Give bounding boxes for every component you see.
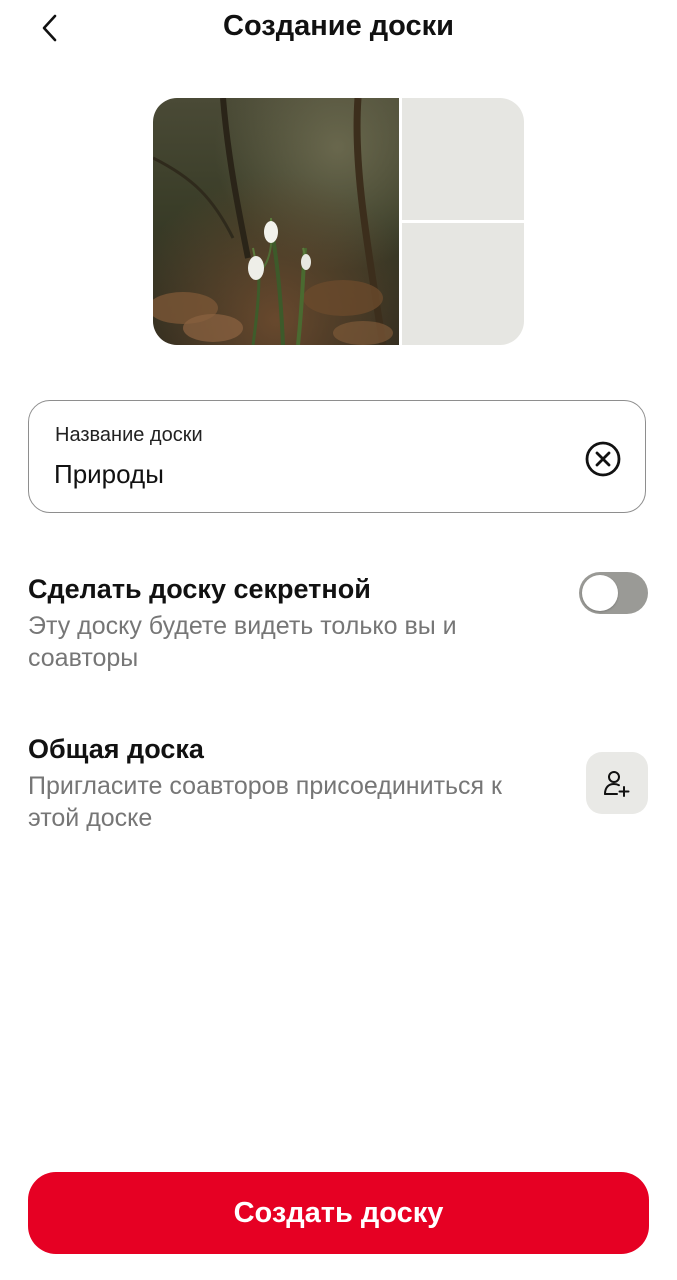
toggle-knob xyxy=(582,575,618,611)
cover-placeholder-top xyxy=(402,98,524,220)
clear-button[interactable] xyxy=(583,439,623,479)
shared-title: Общая доска xyxy=(28,734,204,764)
secret-toggle[interactable] xyxy=(579,572,648,614)
cover-placeholders xyxy=(402,98,524,345)
page-title: Создание доски xyxy=(223,10,454,42)
board-cover[interactable] xyxy=(153,98,524,345)
secret-title: Сделать доску секретной xyxy=(28,574,371,604)
cover-image xyxy=(153,98,399,345)
header: Создание доски xyxy=(0,0,677,56)
board-name-input[interactable] xyxy=(54,459,574,490)
cover-placeholder-bottom xyxy=(402,223,524,345)
add-person-icon xyxy=(604,771,630,797)
secret-setting: Сделать доску секретной Эту доску будете… xyxy=(28,572,648,674)
invite-collaborators-button[interactable] xyxy=(586,752,648,814)
create-board-button[interactable]: Создать доску xyxy=(28,1172,649,1254)
board-name-field[interactable]: Название доски xyxy=(28,400,646,513)
clear-circle-x-icon xyxy=(585,441,621,477)
shared-setting: Общая доска Пригласите соавторов присоед… xyxy=(28,732,648,834)
secret-description: Эту доску будете видеть только вы и соав… xyxy=(28,612,457,672)
board-name-label: Название доски xyxy=(55,424,203,446)
shared-description: Пригласите соавторов присоединиться к эт… xyxy=(28,772,502,832)
